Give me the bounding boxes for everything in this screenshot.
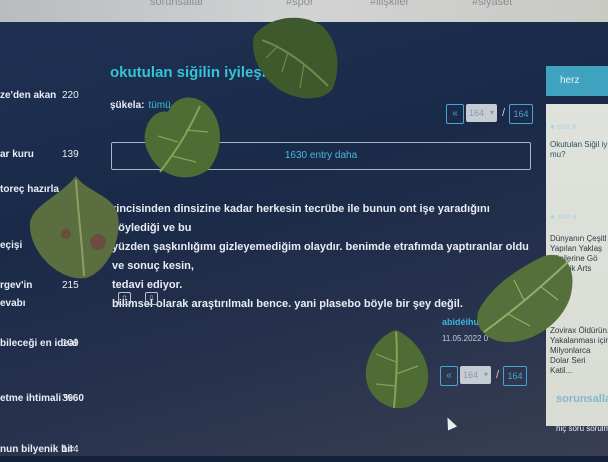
drop-icon: ● xyxy=(550,212,555,221)
chevron-down-icon: ▾ xyxy=(489,108,494,117)
leaf-overlay-image xyxy=(477,254,573,343)
sidebar-item[interactable]: nun bilyenik bir 144 xyxy=(0,444,100,462)
topbar-link-iliskiler[interactable]: #ilişkiler xyxy=(370,0,409,8)
entry-content: rincisinden dinsizine kadar herkesin tec… xyxy=(112,200,532,314)
drop-icon: ● xyxy=(550,122,555,131)
page-select[interactable]: 164 ▾ xyxy=(460,366,491,384)
related-sub: ● son e xyxy=(550,122,577,131)
pager-slash: / xyxy=(502,107,506,119)
sorunsallar-text: hiç soru sorulmam xyxy=(556,424,608,433)
entry-line: yüzden şaşkınlığımı gizleyemediğim olayd… xyxy=(112,241,529,272)
last-page-button[interactable]: 164 xyxy=(503,366,527,386)
entry-line: tedavi ediyor. xyxy=(112,279,183,291)
sidebar-item[interactable]: etme ihtimali %60 39 xyxy=(0,393,100,411)
right-header[interactable]: herz xyxy=(546,66,608,96)
entry-line: rincisinden dinsizine kadar herkesin tec… xyxy=(112,203,490,234)
down-arrow-icon[interactable]: ⇩ xyxy=(145,292,158,305)
pager-slash: / xyxy=(496,369,500,381)
related-sub: ● son e xyxy=(550,212,577,221)
sorunsallar-title[interactable]: sorunsallar xyxy=(546,393,608,405)
sidebar-item[interactable]: rgev'in 215 xyxy=(0,280,100,298)
entry-line: bilimsel olarak araştırılmalı bence. yan… xyxy=(112,298,463,310)
related-item[interactable]: Okutulan Siğil iy mu? xyxy=(550,140,608,160)
leaf-overlay-image xyxy=(144,97,220,178)
chevron-down-icon: ▾ xyxy=(483,370,488,379)
leaf-overlay-image xyxy=(29,176,119,279)
prev-page-button[interactable]: « xyxy=(446,104,464,124)
topbar-link-sorunsallar[interactable]: sorunsallar xyxy=(150,0,204,8)
up-arrow-icon[interactable]: ⇧ xyxy=(118,292,131,305)
sidebar-item[interactable]: bileceği en ideal 109 xyxy=(0,338,100,356)
page-select[interactable]: 164 ▾ xyxy=(466,104,497,122)
leaf-overlay-image xyxy=(252,17,338,99)
leaf-overlay-image xyxy=(365,330,429,409)
last-page-button[interactable]: 164 xyxy=(509,104,533,124)
sidebar-item[interactable]: evabı xyxy=(0,298,100,316)
sidebar-item[interactable]: ar kuru 139 xyxy=(0,149,100,167)
prev-page-button[interactable]: « xyxy=(440,366,458,386)
topbar-link-spor[interactable]: #spor xyxy=(286,0,314,8)
topbar-link-siyaset[interactable]: #siyaset xyxy=(472,0,512,8)
sidebar-item[interactable]: ze'den akan 220 xyxy=(0,90,100,108)
